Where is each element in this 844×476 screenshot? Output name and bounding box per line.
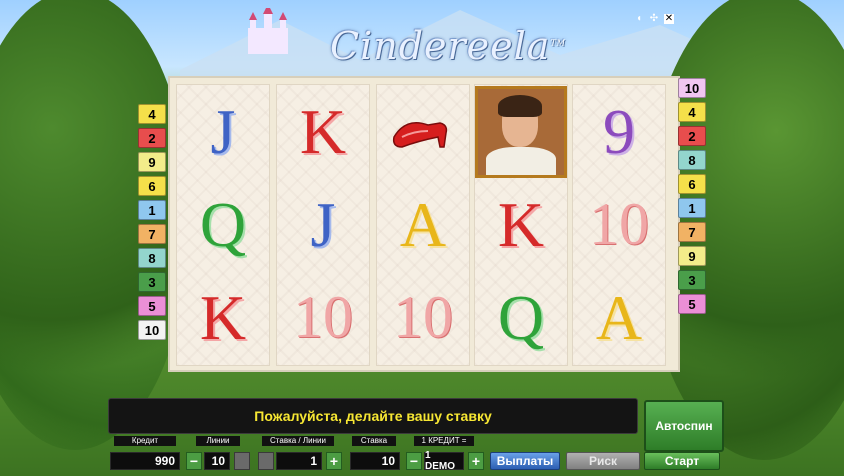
- denom-plus-button[interactable]: +: [468, 452, 484, 470]
- payline-button[interactable]: 3: [138, 272, 166, 292]
- reel-symbol: Q: [199, 188, 247, 260]
- reel-symbol: J: [310, 188, 336, 260]
- payline-button[interactable]: 8: [138, 248, 166, 268]
- fullscreen-icon[interactable]: ✣: [649, 14, 659, 24]
- payline-button[interactable]: 1: [138, 200, 166, 220]
- reel-5: 9 10 A: [572, 84, 666, 366]
- reel-symbol: 10: [393, 284, 453, 350]
- credit-label: Кредит: [114, 436, 176, 446]
- game-logo: CindereelaTM: [330, 24, 566, 68]
- reel-symbol: J: [210, 95, 236, 167]
- payline-button[interactable]: 9: [678, 246, 706, 266]
- paylines-left: 4 2 9 6 1 7 8 3 5 10: [138, 104, 168, 340]
- denom-label: 1 КРЕДИТ =: [414, 436, 474, 446]
- game-screen: CindereelaTM ◖ ✣ ✕ J Q K K J 10 A 10 K Q…: [0, 0, 844, 476]
- bet-per-line-minus-button[interactable]: [258, 452, 274, 470]
- reel-symbol: K: [497, 188, 545, 260]
- reel-symbol: K: [199, 281, 247, 353]
- denom-value: 1 DEMO: [424, 450, 464, 472]
- bet-label: Ставка: [352, 436, 396, 446]
- payline-button[interactable]: 4: [138, 104, 166, 124]
- prince-portrait: [475, 85, 567, 178]
- castle-illustration: [248, 8, 288, 54]
- payline-button[interactable]: 5: [678, 294, 706, 314]
- reel-symbol: A: [595, 281, 643, 353]
- payline-button[interactable]: 6: [138, 176, 166, 196]
- lines-plus-button[interactable]: [234, 452, 250, 470]
- bet-value: 10: [350, 452, 400, 470]
- reel-symbol: 9: [603, 95, 635, 167]
- reel-symbol: K: [299, 95, 347, 167]
- bet-per-line-label: Ставка / Линии: [262, 436, 334, 446]
- lines-value: 10: [204, 452, 230, 470]
- payline-button[interactable]: 9: [138, 152, 166, 172]
- payline-button[interactable]: 3: [678, 270, 706, 290]
- payline-button[interactable]: 1: [678, 198, 706, 218]
- shoe-symbol: [377, 85, 469, 178]
- reel-symbol: 10: [293, 284, 353, 350]
- payline-button[interactable]: 10: [678, 78, 706, 98]
- reel-symbol: Q: [497, 281, 545, 353]
- risk-button[interactable]: Риск: [566, 452, 640, 470]
- start-button[interactable]: Старт: [644, 452, 720, 470]
- lines-minus-button[interactable]: −: [186, 452, 202, 470]
- prince-symbol: [475, 85, 567, 178]
- window-controls: ◖ ✣ ✕: [634, 14, 674, 24]
- reel-1: J Q K: [176, 84, 270, 366]
- payline-button[interactable]: 10: [138, 320, 166, 340]
- close-icon[interactable]: ✕: [664, 14, 674, 24]
- reel-4: K Q: [474, 84, 568, 366]
- payline-button[interactable]: 5: [138, 296, 166, 316]
- logo-text: Cindereela: [330, 24, 551, 68]
- payouts-button[interactable]: Выплаты: [490, 452, 560, 470]
- bet-per-line-plus-button[interactable]: +: [326, 452, 342, 470]
- payline-button[interactable]: 7: [138, 224, 166, 244]
- payline-button[interactable]: 2: [138, 128, 166, 148]
- trademark: TM: [550, 38, 566, 48]
- payline-button[interactable]: 6: [678, 174, 706, 194]
- lines-label: Линии: [196, 436, 240, 446]
- red-shoe-icon: [392, 121, 448, 148]
- bet-per-line-value: 1: [276, 452, 322, 470]
- sound-icon[interactable]: ◖: [634, 14, 644, 24]
- autospin-button[interactable]: Автоспин: [644, 400, 724, 452]
- message-bar: Пожалуйста, делайте вашу ставку: [108, 398, 638, 434]
- payline-button[interactable]: 7: [678, 222, 706, 242]
- reel-3: A 10: [376, 84, 470, 366]
- denom-minus-button[interactable]: −: [406, 452, 422, 470]
- reel-symbol: A: [399, 188, 447, 260]
- payline-button[interactable]: 2: [678, 126, 706, 146]
- reel-2: K J 10: [276, 84, 370, 366]
- payline-button[interactable]: 8: [678, 150, 706, 170]
- paylines-right: 10 4 2 8 6 1 7 9 3 5: [678, 78, 708, 314]
- payline-button[interactable]: 4: [678, 102, 706, 122]
- reel-symbol: 10: [589, 191, 649, 257]
- credit-value: 990: [110, 452, 180, 470]
